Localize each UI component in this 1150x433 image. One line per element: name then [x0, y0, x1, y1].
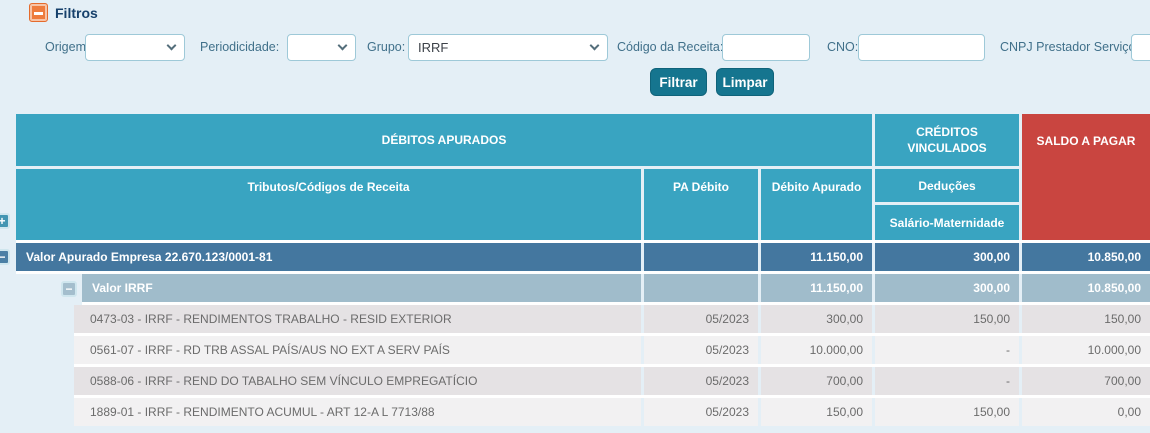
header-saldo-a-pagar: SALDO A PAGAR — [1022, 114, 1150, 240]
detail-codigo: 0588-06 - IRRF - REND DO TABALHO SEM VÍN… — [74, 367, 641, 395]
table-header: DÉBITOS APURADOS CRÉDITOS VINCULADOS SAL… — [16, 114, 1150, 240]
header-deducoes: Deduções — [875, 169, 1019, 202]
table-row-detail[interactable]: 0473-03 - IRRF - RENDIMENTOS TRABALHO - … — [74, 305, 1150, 333]
cnpj-prestador-input[interactable] — [1131, 34, 1150, 61]
cnpj-prestador-label: CNPJ Prestador Serviço: — [1000, 34, 1139, 61]
collapse-empresa-icon[interactable]: − — [0, 249, 10, 265]
dctf-debitos-creditos-page: Filtros Origem: Periodicidade: Grupo: IR… — [0, 0, 1150, 433]
minus-glyph — [34, 12, 43, 15]
cno-input[interactable] — [858, 34, 985, 61]
limpar-button[interactable]: Limpar — [716, 68, 774, 96]
table-row-grupo-irrf[interactable]: Valor IRRF 11.150,00 300,00 10.850,00 — [82, 274, 1150, 302]
detail-deducoes: 150,00 — [875, 398, 1019, 426]
empresa-debito-apurado: 11.150,00 — [761, 243, 872, 271]
detail-codigo: 1889-01 - IRRF - RENDIMENTO ACUMUL - ART… — [74, 398, 641, 426]
collapse-grupo-icon[interactable]: − — [61, 281, 77, 297]
header-debitos-apurados: DÉBITOS APURADOS — [16, 114, 872, 166]
filtrar-button[interactable]: Filtrar — [650, 68, 707, 96]
origem-select[interactable] — [85, 34, 185, 61]
expand-all-icon[interactable]: + — [0, 213, 10, 229]
header-tributos-codigos: Tributos/Códigos de Receita — [16, 169, 641, 240]
empresa-deducoes: 300,00 — [875, 243, 1019, 271]
header-pa-debito: PA Débito — [644, 169, 758, 240]
table-row-empresa[interactable]: Valor Apurado Empresa 22.670.123/0001-81… — [16, 243, 1150, 271]
header-creditos-vinculados: CRÉDITOS VINCULADOS — [875, 114, 1019, 166]
chevron-down-icon — [590, 41, 600, 51]
table-row-detail[interactable]: 0561-07 - IRRF - RD TRB ASSAL PAÍS/AUS N… — [74, 336, 1150, 364]
detail-saldo: 150,00 — [1022, 305, 1150, 333]
empresa-pa-debito — [644, 243, 758, 271]
grupo-debito-apurado: 11.150,00 — [761, 274, 872, 302]
grupo-select-value: IRRF — [418, 40, 448, 55]
grupo-deducoes: 300,00 — [875, 274, 1019, 302]
detail-saldo: 700,00 — [1022, 367, 1150, 395]
periodicidade-label: Periodicidade: — [200, 34, 279, 61]
chevron-down-icon — [338, 41, 348, 51]
grupo-label: Grupo: — [367, 34, 405, 61]
filters-section-title: Filtros — [55, 5, 98, 21]
detail-saldo: 0,00 — [1022, 398, 1150, 426]
table-row-detail[interactable]: 0588-06 - IRRF - REND DO TABALHO SEM VÍN… — [74, 367, 1150, 395]
detail-pa-debito: 05/2023 — [644, 336, 758, 364]
empresa-label: Valor Apurado Empresa 22.670.123/0001-81 — [16, 243, 641, 271]
cno-label: CNO: — [827, 34, 858, 61]
detail-debito-apurado: 300,00 — [761, 305, 872, 333]
origem-label: Origem: — [45, 34, 89, 61]
detail-pa-debito: 05/2023 — [644, 305, 758, 333]
header-debito-apurado: Débito Apurado — [761, 169, 872, 240]
detail-deducoes: 150,00 — [875, 305, 1019, 333]
table-row-detail[interactable]: 1889-01 - IRRF - RENDIMENTO ACUMUL - ART… — [74, 398, 1150, 426]
empresa-saldo: 10.850,00 — [1022, 243, 1150, 271]
detail-debito-apurado: 150,00 — [761, 398, 872, 426]
detail-codigo: 0473-03 - IRRF - RENDIMENTOS TRABALHO - … — [74, 305, 641, 333]
detail-saldo: 10.000,00 — [1022, 336, 1150, 364]
detail-codigo: 0561-07 - IRRF - RD TRB ASSAL PAÍS/AUS N… — [74, 336, 641, 364]
collapse-filters-icon[interactable] — [29, 3, 48, 22]
detail-debito-apurado: 700,00 — [761, 367, 872, 395]
grupo-select[interactable]: IRRF — [408, 34, 608, 61]
detail-pa-debito: 05/2023 — [644, 367, 758, 395]
grupo-row-label: Valor IRRF — [82, 274, 641, 302]
header-salario-maternidade: Salário-Maternidade — [875, 205, 1019, 240]
periodicidade-select[interactable] — [287, 34, 356, 61]
grupo-pa-debito — [644, 274, 758, 302]
detail-deducoes: - — [875, 367, 1019, 395]
codigo-receita-label: Código da Receita: — [617, 34, 723, 61]
detail-deducoes: - — [875, 336, 1019, 364]
grupo-saldo: 10.850,00 — [1022, 274, 1150, 302]
codigo-receita-input[interactable] — [722, 34, 810, 61]
chevron-down-icon — [167, 41, 177, 51]
detail-debito-apurado: 10.000,00 — [761, 336, 872, 364]
detail-pa-debito: 05/2023 — [644, 398, 758, 426]
